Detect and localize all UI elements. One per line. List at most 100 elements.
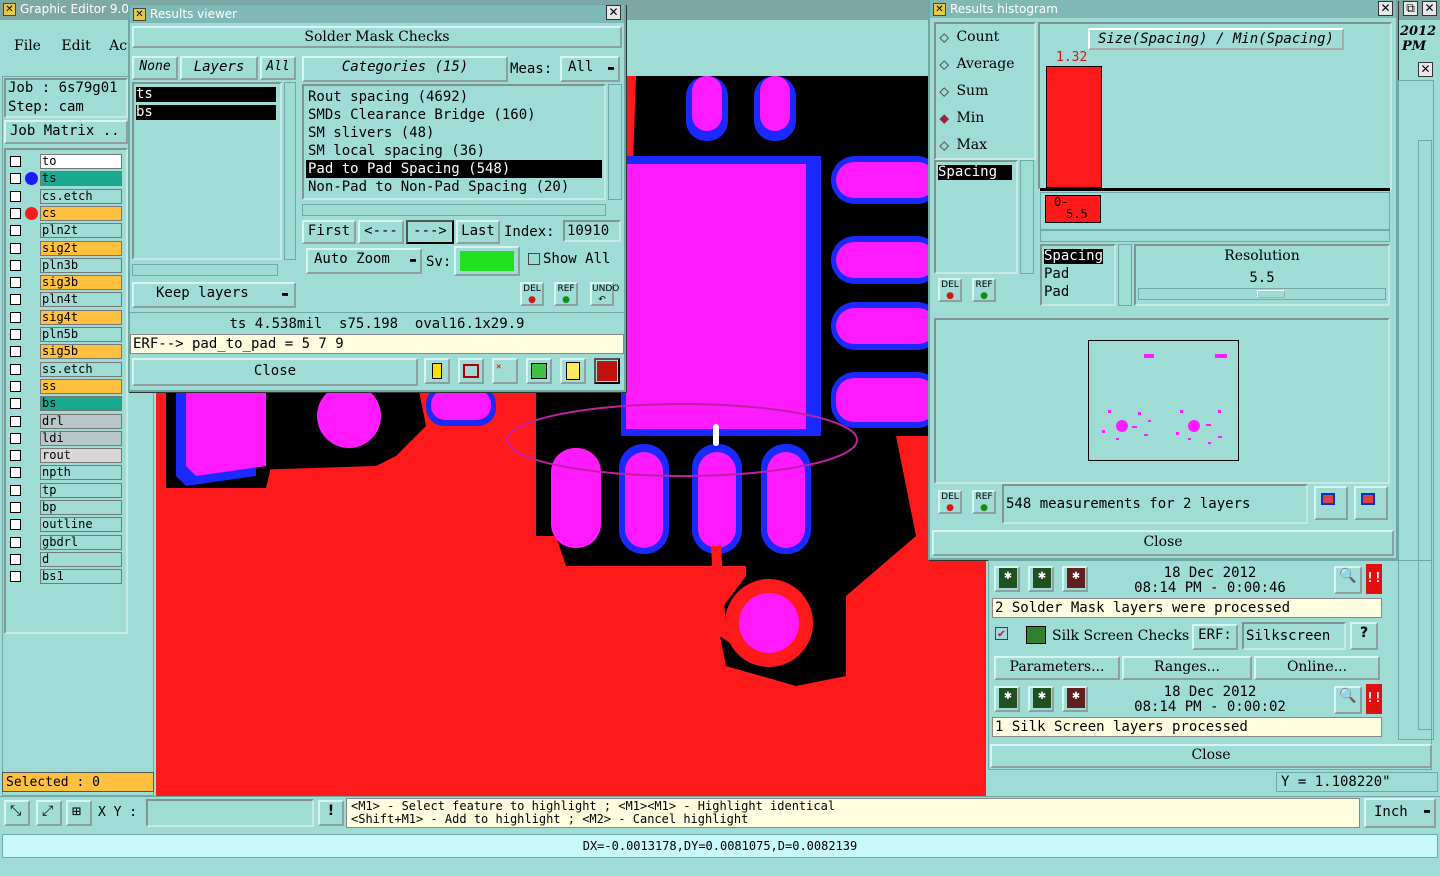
histogram-icon[interactable] [594,358,620,384]
category-item[interactable]: SM slivers (48) [306,124,602,142]
layer-checkbox[interactable] [10,553,21,565]
layer-checkbox[interactable] [10,329,21,340]
field-list-item[interactable]: Spacing [938,165,1012,180]
layer-checkbox[interactable] [10,225,21,237]
job-matrix-button[interactable]: Job Matrix .. [4,120,128,144]
sv-color-dropdown[interactable] [454,246,520,276]
layer-checkbox[interactable] [10,277,21,289]
compare-chart-icon[interactable] [1354,486,1388,520]
preview-ref-button[interactable]: REF ● [972,490,996,514]
undo-button[interactable]: UNDO ↶ [590,282,619,306]
layer-row[interactable]: tp [8,482,124,498]
histogram-close-icon[interactable]: ✕ [1378,1,1393,16]
param-item[interactable]: Pad [1044,267,1069,282]
run-check-icon[interactable]: ✱ [994,686,1020,712]
measure-icon[interactable]: ⤢ [36,800,62,826]
layers-toggle-button[interactable]: Layers [180,56,258,80]
category-item[interactable]: Pad to Pad Spacing (548) [306,160,602,178]
layer-row[interactable]: to [8,154,124,169]
layer-row[interactable]: rout [8,448,124,464]
del-button[interactable]: DEL ● [520,282,544,306]
layer-row[interactable]: ss.etch [8,361,124,377]
mode-radio-min[interactable]: ◆ Min [939,110,984,128]
parameters-button[interactable]: Parameters... [994,656,1120,680]
layer-row[interactable]: pln4t [8,292,124,308]
layer-checkbox[interactable] [10,380,21,392]
layer-checkbox[interactable] [10,346,21,358]
layer-row[interactable]: sig5b [8,344,124,360]
param-item[interactable]: Spacing [1044,249,1104,264]
alert-icon[interactable]: !! [1366,564,1382,594]
layer-row[interactable]: sig3b [8,275,124,291]
restore-icon[interactable]: ⧉ [1403,1,1418,16]
mode-radio-max[interactable]: ◆ Max [939,137,987,155]
erf-input[interactable] [1242,622,1346,650]
results-viewer-close-icon[interactable]: ✕ [606,5,621,20]
index-input[interactable] [563,220,621,242]
ranges-button[interactable]: Ranges... [1122,656,1252,680]
zoom-icon[interactable]: 🔍 [1334,566,1362,594]
run-check-icon[interactable]: ✱ [994,566,1020,592]
layer-checkbox[interactable] [10,450,21,462]
param-item[interactable]: Pad [1044,285,1069,300]
histogram-bar[interactable] [1046,66,1102,188]
layer-row[interactable]: cs [8,205,124,221]
param-scrollbar[interactable] [1118,244,1132,306]
meas-dropdown[interactable]: All ▬ [560,56,620,82]
layer-checkbox[interactable] [10,502,21,513]
layer-checkbox[interactable] [10,156,21,167]
report-icon[interactable] [560,358,586,384]
histogram-close-button[interactable]: Close [932,530,1394,556]
layer-checkbox[interactable] [10,519,21,531]
categories-button[interactable]: Categories (15) [302,56,508,82]
menu-file[interactable]: File [14,38,41,54]
category-scrollbar[interactable] [608,84,622,200]
help-icon[interactable]: ? [1350,622,1378,650]
snap-icon[interactable]: ⤡ [4,800,30,826]
layer-checkbox[interactable] [10,571,21,583]
layer-list-scrollbar[interactable] [284,82,296,260]
mode-radio-sum[interactable]: ◆ Sum [939,83,988,101]
layer-checkbox[interactable] [10,432,21,444]
layer-row[interactable]: ts [8,171,124,187]
layer-list-item[interactable]: ts [136,87,276,102]
layer-checkbox[interactable] [10,207,21,219]
category-item[interactable]: Rout spacing (4692) [306,88,602,106]
histogram-hscrollbar[interactable] [1040,230,1390,242]
layer-checkbox[interactable] [10,415,21,427]
layer-row[interactable]: bs [8,396,124,412]
grid-icon[interactable]: ⊞ [66,800,92,826]
ref-button[interactable]: REF ● [554,282,578,306]
layer-checkbox[interactable] [10,484,21,496]
layer-row[interactable]: sig2t [8,240,124,256]
highlight-icon[interactable] [424,358,450,384]
layer-row[interactable]: d [8,551,124,567]
resolution-slider[interactable] [1138,288,1386,300]
ref-delete-icon[interactable]: ✕ [492,358,518,384]
layers-all-button[interactable]: All [260,56,296,80]
category-item[interactable]: Non-Pad to Non-Pad Spacing (20) [306,178,602,196]
bin-label-box[interactable]: 0- 5.5 [1045,195,1101,223]
zoom-result-icon[interactable] [458,358,484,384]
layer-row[interactable]: drl [8,413,124,429]
xy-input[interactable] [146,799,314,827]
field-list-scrollbar[interactable] [1020,160,1034,274]
layer-checkbox[interactable] [10,467,21,479]
layer-checkbox[interactable] [10,190,21,202]
next-button[interactable]: ---> [406,220,454,244]
run-step-icon[interactable]: ✱ [1028,686,1054,712]
checklist-close-button[interactable]: Close [990,744,1432,768]
layer-checkbox[interactable] [10,398,21,410]
erf-button[interactable]: ERF: [1192,624,1238,650]
layer-row[interactable]: ldi [8,430,124,446]
layers-none-button[interactable]: None [132,56,178,80]
results-viewer-close-button[interactable]: Close [132,358,418,386]
layer-checkbox[interactable] [10,363,21,375]
layer-row[interactable]: npth [8,465,124,481]
mode-radio-average[interactable]: ◆ Average [939,56,1014,74]
category-item[interactable]: SMDs Clearance Bridge (160) [306,106,602,124]
export-chart-icon[interactable] [1314,486,1348,520]
layer-checkbox[interactable] [10,242,21,254]
layer-row[interactable]: pln5b [8,327,124,342]
layer-row[interactable]: outline [8,517,124,533]
